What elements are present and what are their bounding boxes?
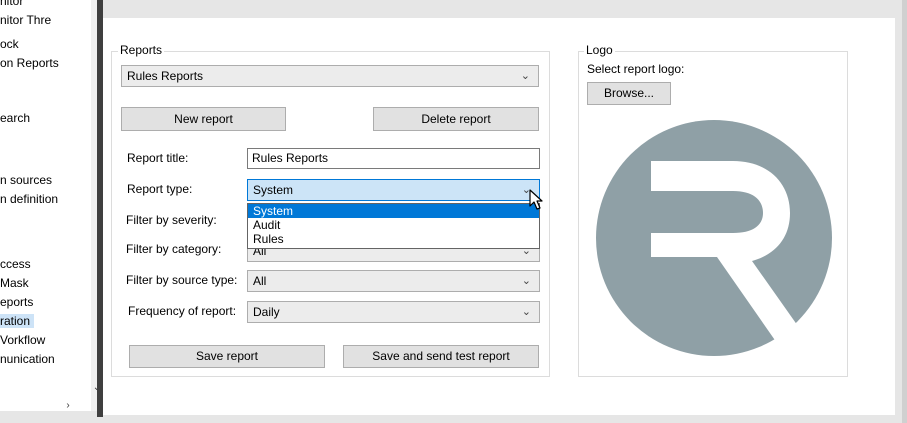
report-type-select[interactable]: System ⌄ (247, 179, 540, 201)
category-filter-label: Filter by category: (126, 242, 222, 256)
logo-legend: Logo (584, 43, 615, 57)
nav-item[interactable]: nunication (0, 352, 55, 366)
nav-item[interactable]: ccess (0, 257, 31, 271)
source-type-filter-value: All (253, 274, 267, 288)
save-and-send-test-report-button[interactable]: Save and send test report (343, 345, 539, 368)
navigation-tree: nitor nitor Thre ock on Reports earch n … (0, 0, 91, 411)
nav-item-selected[interactable]: ration (0, 314, 35, 328)
nav-item[interactable]: on Reports (0, 56, 59, 70)
report-title-field[interactable]: Rules Reports (247, 148, 540, 169)
report-type-value: System (253, 183, 294, 197)
nav-item[interactable]: eports (0, 295, 33, 309)
nav-item[interactable]: earch (0, 111, 30, 125)
source-type-filter-select[interactable]: All ⌄ (247, 270, 540, 292)
mouse-pointer-icon (529, 189, 543, 210)
frequency-label: Frequency of report: (128, 304, 237, 318)
browse-button[interactable]: Browse... (587, 82, 671, 105)
chevron-down-icon: ⌄ (520, 70, 530, 82)
delete-report-button[interactable]: Delete report (373, 107, 539, 131)
report-type-dropdown-list: System Audit Rules (247, 203, 540, 249)
chevron-down-icon: ⌄ (521, 275, 531, 287)
source-type-filter-label: Filter by source type: (126, 273, 238, 287)
frequency-select[interactable]: Daily ⌄ (247, 301, 540, 323)
report-title-label: Report title: (127, 151, 189, 165)
save-report-button[interactable]: Save report (129, 345, 325, 368)
nav-item[interactable]: n sources (0, 173, 52, 187)
nav-item[interactable]: Vorkflow (0, 333, 45, 347)
dropdown-option-rules[interactable]: Rules (248, 232, 539, 246)
severity-filter-label: Filter by severity: (126, 213, 217, 227)
window-edge (902, 0, 907, 423)
scroll-right-icon[interactable]: › (60, 400, 76, 412)
dropdown-option-audit[interactable]: Audit (248, 218, 539, 232)
nav-item[interactable]: nitor Thre (0, 13, 51, 27)
report-logo-image (596, 120, 832, 356)
report-type-label: Report type: (127, 182, 193, 196)
report-select[interactable]: Rules Reports ⌄ (121, 65, 539, 87)
nav-item[interactable]: n definition (0, 192, 58, 206)
reports-legend: Reports (118, 43, 165, 57)
new-report-button[interactable]: New report (121, 107, 286, 131)
nav-item[interactable]: nitor (0, 0, 23, 8)
report-select-value: Rules Reports (127, 69, 204, 83)
dropdown-option-system[interactable]: System (248, 204, 539, 218)
nav-item[interactable]: ock (0, 37, 19, 51)
nav-item[interactable]: Mask (0, 276, 29, 290)
select-logo-label: Select report logo: (587, 62, 685, 76)
frequency-value: Daily (253, 305, 280, 319)
chevron-down-icon: ⌄ (521, 306, 531, 318)
